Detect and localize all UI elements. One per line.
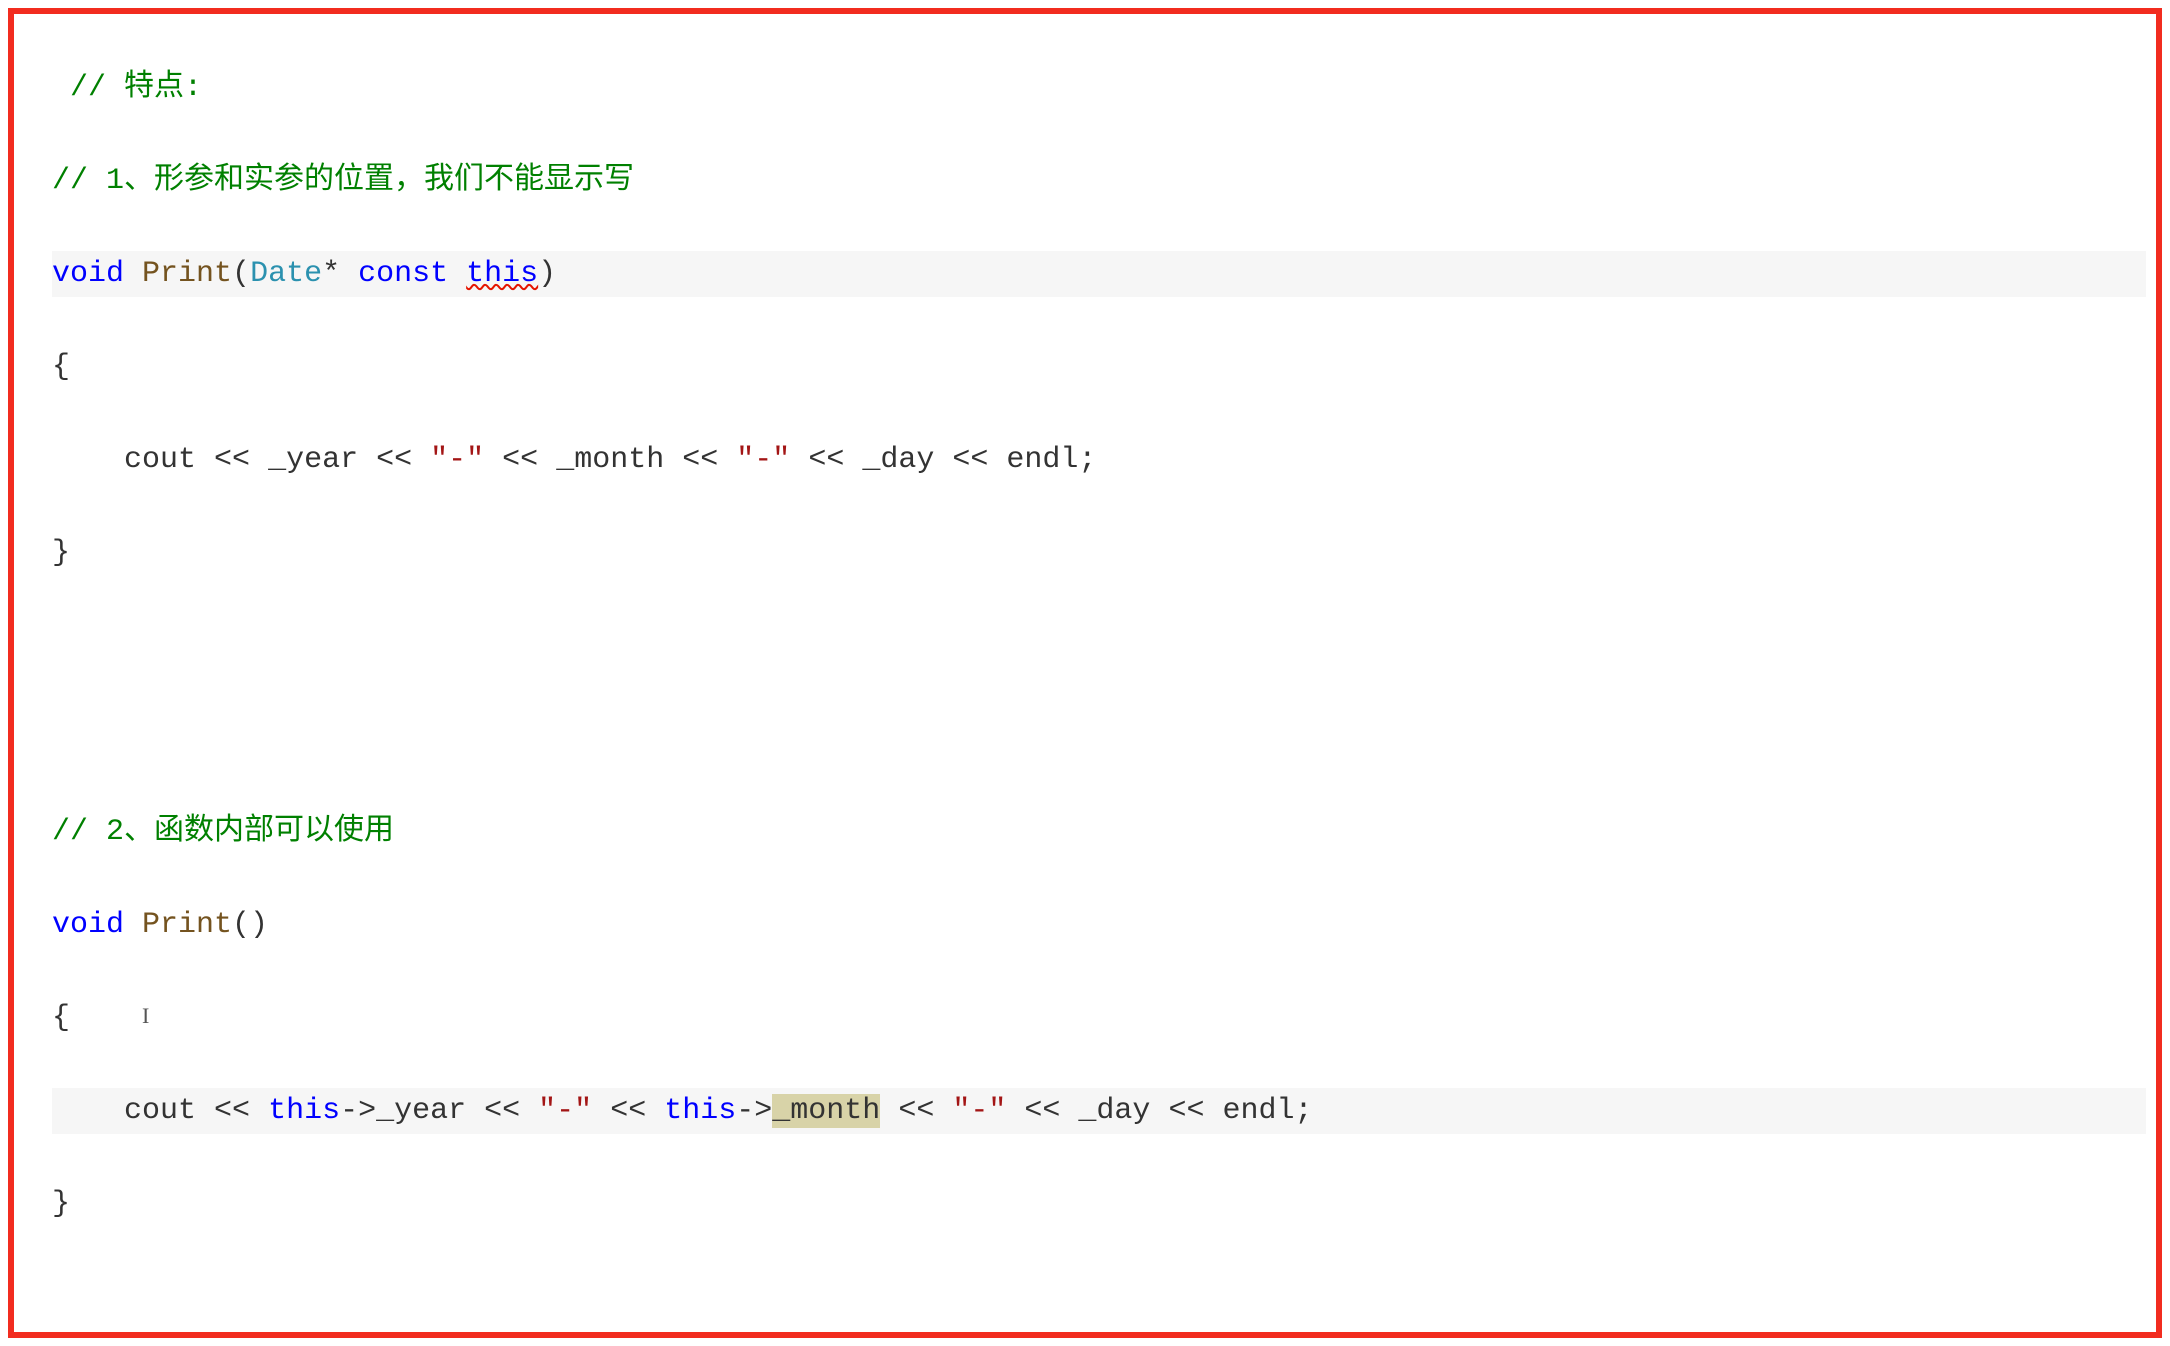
string-literal: "-" (430, 443, 484, 477)
code-line: { (52, 344, 2146, 391)
code-line: { I (52, 995, 2146, 1042)
function-name: Print (142, 908, 232, 942)
ident-month: _month (556, 443, 664, 477)
parens: () (232, 908, 268, 942)
brace-close: } (52, 536, 70, 570)
keyword-this: this (664, 1094, 736, 1128)
ident-endl: endl (1222, 1094, 1294, 1128)
code-line (52, 623, 2146, 670)
ident-day: _day (862, 443, 934, 477)
brace-open: { (52, 350, 70, 384)
keyword-void: void (52, 257, 124, 291)
semicolon: ; (1078, 443, 1096, 477)
op-shift: << (1168, 1094, 1204, 1128)
paren-close: ) (538, 257, 556, 291)
op-shift: << (214, 1094, 250, 1128)
code-line: } (52, 1181, 2146, 1228)
op-arrow: -> (340, 1094, 376, 1128)
code-line: } (52, 530, 2146, 577)
ident-cout: cout (124, 443, 196, 477)
op-shift: << (898, 1094, 934, 1128)
keyword-void: void (52, 908, 124, 942)
code-line: cout << this->_year << "-" << this->_mon… (52, 1088, 2146, 1135)
brace-close: } (52, 1187, 70, 1221)
op-shift: << (952, 443, 988, 477)
op-shift: << (214, 443, 250, 477)
ident-endl: endl (1006, 443, 1078, 477)
op-shift: << (484, 1094, 520, 1128)
op-shift: << (808, 443, 844, 477)
code-line: // 特点: (52, 65, 2146, 112)
code-frame: // 特点: // 1、形参和实参的位置，我们不能显示写 void Print(… (8, 8, 2162, 1338)
code-line: void Print() (52, 902, 2146, 949)
code-line (52, 716, 2146, 763)
type-name: Date (250, 257, 322, 291)
op-shift: << (376, 443, 412, 477)
semicolon: ; (1294, 1094, 1312, 1128)
comment-text: // 1、形参和实参的位置，我们不能显示写 (52, 164, 634, 198)
code-line: // 1、形参和实参的位置，我们不能显示写 (52, 158, 2146, 205)
comment-text: // 特点: (52, 71, 202, 105)
keyword-this: this (268, 1094, 340, 1128)
string-literal: "-" (736, 443, 790, 477)
code-line: cout << _year << "-" << _month << "-" <<… (52, 437, 2146, 484)
code-line: void Print(Date* const this) (52, 251, 2146, 298)
paren-open: ( (232, 257, 250, 291)
keyword-this: this (466, 257, 538, 291)
ident-year: _year (268, 443, 358, 477)
keyword-const: const (358, 257, 448, 291)
op-shift: << (682, 443, 718, 477)
string-literal: "-" (952, 1094, 1006, 1128)
string-literal: "-" (538, 1094, 592, 1128)
op-shift: << (502, 443, 538, 477)
comment-text: // 2、函数内部可以使用 (52, 815, 394, 849)
text-cursor-icon: I (142, 1003, 149, 1028)
ident-day: _day (1078, 1094, 1150, 1128)
op-shift: << (610, 1094, 646, 1128)
op-arrow: -> (736, 1094, 772, 1128)
ident-month: _month (772, 1094, 880, 1128)
operator-star: * (322, 257, 340, 291)
code-editor[interactable]: // 特点: // 1、形参和实参的位置，我们不能显示写 void Print(… (24, 18, 2146, 1320)
ident-year: _year (376, 1094, 466, 1128)
code-line: // 2、函数内部可以使用 (52, 809, 2146, 856)
ident-cout: cout (124, 1094, 196, 1128)
brace-open: { (52, 1001, 70, 1035)
function-name: Print (142, 257, 232, 291)
op-shift: << (1024, 1094, 1060, 1128)
